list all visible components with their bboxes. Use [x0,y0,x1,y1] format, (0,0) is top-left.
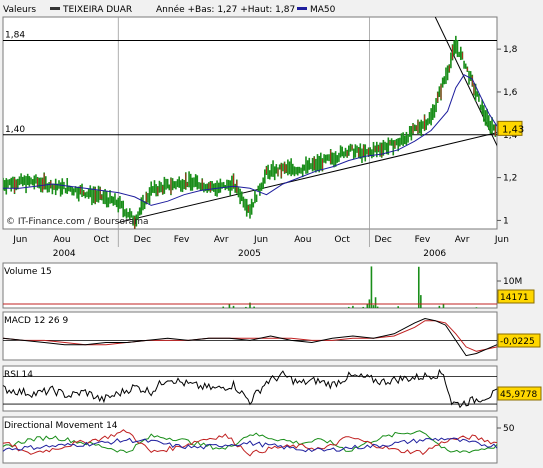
price-y-tick-label: 1,2 [503,174,517,184]
rsi-last-label: 45,9778 [500,390,537,400]
chart-screenshot: 1,841,40 11,21,41,61,8 1,43 Valeurs TEIX… [0,0,543,465]
ref-label-1,40: 1,40 [5,125,25,135]
month-label: Fev [415,235,431,245]
last-price-label: 1,43 [502,124,524,135]
month-label: Aou [53,235,70,245]
header-name: TEIXEIRA DUAR [62,5,132,15]
year-label: 2004 [53,249,76,259]
volume-title: Volume 15 [4,267,52,277]
dmi-title: Directional Movement 14 [4,421,118,431]
price-y-tick-label: 1 [503,216,509,226]
month-label: Jun [12,235,27,245]
rsi-title: RSI 14 [4,370,33,380]
ma50-legend-label: MA50 [310,5,336,15]
header-price-swatch [50,7,60,10]
volume-last-label: 14171 [500,293,529,303]
year-label: 2005 [238,249,261,259]
price-y-tick-label: 1,6 [503,88,518,98]
price-y-tick-label: 1,8 [503,45,518,55]
volume-panel: Volume 15 10M 14171 [2,262,535,309]
x-axis-months: Jun Aou Oct Dec Fev Avr Jun Aou Oct Dec Fev Avr Jun [12,235,509,245]
year-label: 2006 [423,249,446,259]
dmi-tick-label: 50 [503,424,515,434]
macd-last-label: -0,0225 [500,337,535,347]
month-label: Avr [214,235,229,245]
month-label: Jun [494,235,509,245]
month-label: Oct [94,235,110,245]
ref-label-1,84: 1,84 [5,31,25,41]
dmi-panel: Directional Movement 14 50 [2,416,515,464]
header-range: Année +Bas: 1,27 +Haut: 1,87 [156,4,295,15]
month-label: Oct [334,235,350,245]
macd-title: MACD 12 26 9 [4,316,68,326]
rsi-panel: RSI 14 45,9778 [2,365,542,412]
price-panel: 1,841,40 11,21,41,61,8 1,43 Valeurs TEIX… [2,4,524,259]
month-label: Avr [455,235,470,245]
month-label: Jun [253,235,268,245]
ma50-legend-swatch [297,7,307,10]
macd-panel: MACD 12 26 9 -0,0225 [2,311,541,361]
month-label: Aou [294,235,311,245]
month-label: Dec [134,235,151,245]
source-credit: © IT-Finance.com / Boursorama [6,217,148,227]
x-axis-years: 2004 2005 2006 [53,249,447,259]
header-label: Valeurs [3,5,36,15]
month-label: Dec [374,235,391,245]
technical-chart: 1,841,40 11,21,41,61,8 1,43 Valeurs TEIX… [2,4,542,464]
month-label: Fev [174,235,190,245]
last-price-box: 1,43 [497,120,524,136]
volume-plot-area [2,262,498,309]
volume-tick-label: 10M [503,277,522,287]
